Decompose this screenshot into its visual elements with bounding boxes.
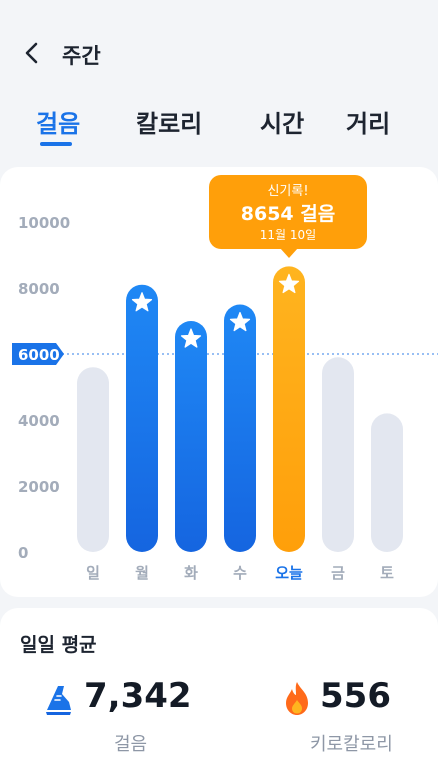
steps-average-label: 걸음 (114, 734, 148, 755)
flame-icon (286, 682, 308, 715)
bar-6[interactable] (371, 413, 403, 552)
steps-bar-chart: 0 2000 4000 8000 10000 6000 일 월 화 수 오늘 금 토 신기록! 8654 걸… (12, 175, 438, 582)
y-tick-label: 8000 (18, 280, 60, 298)
tab-steps[interactable]: 걸음 (36, 104, 80, 139)
chart-card: 0 2000 4000 8000 10000 6000 일 월 화 수 오늘 금 토 신기록! 8654 걸… (0, 167, 438, 597)
active-tab-indicator (40, 142, 72, 146)
x-tick-label: 오늘 (275, 564, 303, 582)
daily-average-title: 일일 평균 (20, 634, 97, 656)
calories-average-label: 키로칼로리 (310, 734, 393, 755)
bar-5[interactable] (322, 357, 354, 552)
tooltip-value: 8654 걸음 (241, 203, 335, 225)
y-tick-label: 0 (18, 544, 28, 562)
y-tick-label: 4000 (18, 412, 60, 430)
bar-1[interactable] (126, 284, 158, 552)
bar-2[interactable] (175, 321, 207, 552)
x-tick-label: 월 (135, 564, 149, 582)
tab-time[interactable]: 시간 (260, 104, 304, 139)
y-tick-label: 2000 (18, 478, 60, 496)
goal-label: 6000 (18, 346, 60, 364)
tab-bar: 걸음 칼로리 시간 거리 (0, 100, 438, 152)
bar-0[interactable] (77, 367, 109, 552)
tab-distance[interactable]: 거리 (346, 104, 390, 139)
x-tick-label: 금 (331, 564, 345, 582)
back-button[interactable] (18, 38, 48, 68)
tooltip-date: 11월 10일 (260, 228, 316, 242)
daily-average-card: 일일 평균 7,342 걸음 556 키로칼로리 (0, 608, 438, 779)
page-title: 주간 (62, 44, 101, 68)
x-tick-label: 화 (184, 564, 198, 582)
x-tick-label: 토 (380, 564, 394, 582)
x-tick-label: 수 (233, 564, 247, 582)
steps-average-value: 7,342 (84, 676, 192, 716)
y-tick-label: 10000 (18, 214, 70, 232)
calories-average-value: 556 (320, 676, 391, 716)
bar-4[interactable] (273, 266, 305, 552)
chevron-left-icon (25, 42, 38, 64)
tab-calories[interactable]: 칼로리 (136, 104, 202, 139)
shoe-icon (46, 686, 71, 715)
record-tooltip-pointer (280, 248, 298, 258)
tooltip-title: 신기록! (267, 184, 308, 199)
x-tick-label: 일 (86, 564, 100, 582)
bar-3[interactable] (224, 304, 256, 553)
header: 주간 (0, 0, 438, 100)
